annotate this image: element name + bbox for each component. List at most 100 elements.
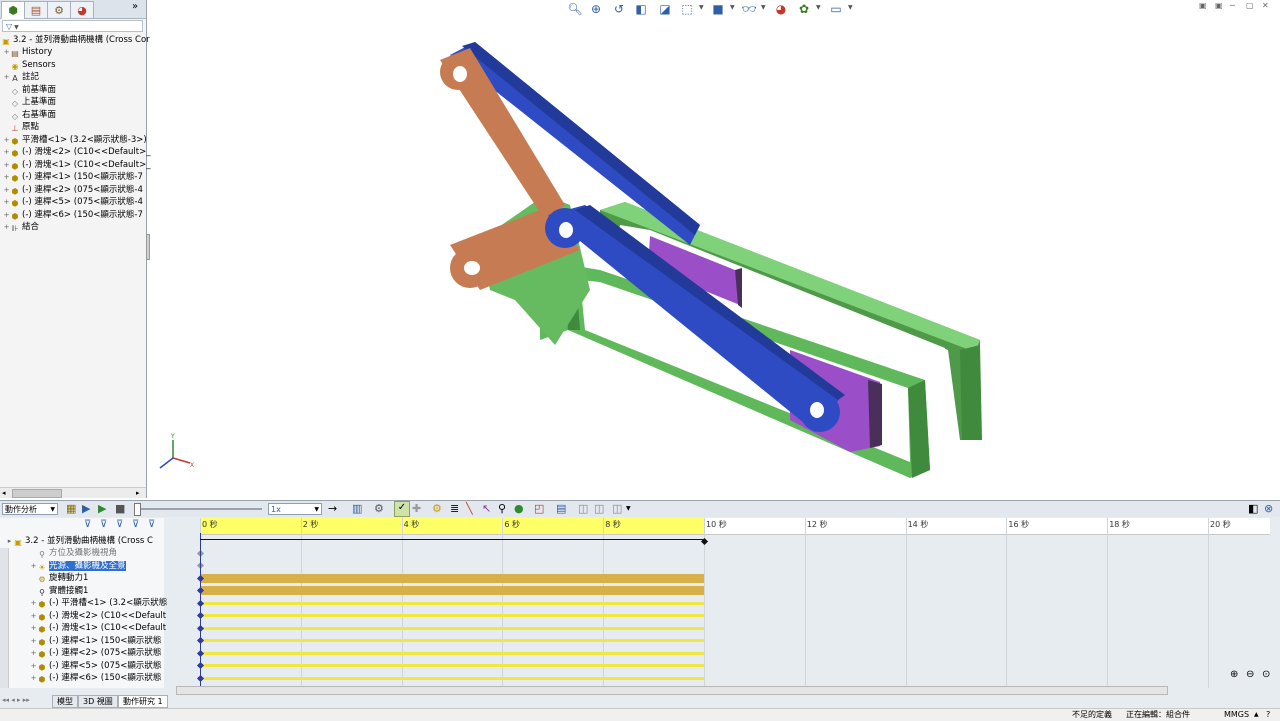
motion-tree-item[interactable]: ⚲ 實體接觸1 <box>30 585 88 597</box>
expand-toggle-icon[interactable]: + <box>30 560 37 572</box>
filter-driving-icon[interactable]: ⊽ <box>100 519 107 530</box>
close-icon[interactable]: ✕ <box>1262 1 1269 10</box>
feature-tree-item[interactable]: + ▤ History <box>3 46 53 58</box>
scroll-left-icon[interactable]: ◂ <box>2 489 6 497</box>
motion-tree-item[interactable]: + ⬢ (-) 連桿<5> (075<顯示狀態 <box>30 660 162 672</box>
playback-mode-icon[interactable]: → <box>328 502 337 515</box>
motor-tool-icon[interactable]: ⚙ <box>432 502 442 515</box>
timeline-playhead[interactable] <box>200 533 201 688</box>
units-status[interactable]: MMGS <box>1224 709 1249 721</box>
hide-show-items-icon[interactable]: 👓︎ <box>740 0 758 17</box>
edit-appearance-icon[interactable]: ◕ <box>772 0 790 17</box>
tree-horizontal-scrollbar[interactable]: ◂ ▸ <box>0 487 146 498</box>
calculate-icon[interactable]: ▦ <box>66 502 76 515</box>
feature-tree-item[interactable]: ◇ 上基準面 <box>3 96 56 108</box>
add-key-icon[interactable]: ✚ <box>412 502 421 515</box>
study-type-select[interactable]: 動作分析 ▼ <box>2 503 58 515</box>
feature-tree-item[interactable]: ⊥ 原點 <box>3 121 40 133</box>
expand-toggle-icon[interactable]: + <box>3 134 10 146</box>
expand-toggle-icon[interactable]: + <box>30 635 37 647</box>
motion-tree-item[interactable]: + ⬢ (-) 滑塊<1> (C10<<Default <box>30 622 167 634</box>
chevron-down-icon[interactable]: ▼ <box>626 505 631 512</box>
feature-tree-item[interactable]: + ⬢ 平滑槽<1> (3.2<顯示狀態-3>) <box>3 134 147 146</box>
expand-toggle-icon[interactable]: + <box>3 46 10 58</box>
playback-speed-select[interactable]: 1x ▼ <box>268 503 322 515</box>
playback-slider-thumb[interactable] <box>134 503 141 516</box>
tree-root-assembly[interactable]: ▣ 3.2 - 並列滑動曲柄機構 (Cross Cor <box>1 34 149 46</box>
timeline-bar[interactable] <box>200 664 704 667</box>
feature-tree-item[interactable]: + ⬢ (-) 滑塊<2> (C10<<Default>_ <box>3 146 151 158</box>
display-style-icon[interactable]: ■ <box>709 0 727 17</box>
filter-results-icon[interactable]: ⊽ <box>132 519 139 530</box>
zoom-fit-icon[interactable]: ⊙ <box>1262 669 1270 680</box>
motion-tree-item[interactable]: + ⬢ (-) 滑塊<2> (C10<<Default <box>30 610 167 622</box>
filter-motion-icon[interactable]: ⊽ <box>148 519 155 530</box>
timeline-bar[interactable] <box>200 651 704 655</box>
help-icon[interactable]: ? <box>1266 709 1270 721</box>
timeline-bar[interactable] <box>200 586 704 595</box>
filter-animated-icon[interactable]: ⊽ <box>84 519 91 530</box>
feature-tree-item[interactable]: ◇ 前基準面 <box>3 84 56 96</box>
chevron-up-icon[interactable]: ▲ <box>1254 709 1259 721</box>
timeline-horizontal-scrollbar[interactable] <box>170 685 1270 695</box>
expand-toggle-icon[interactable]: + <box>3 146 10 158</box>
chevron-down-icon[interactable]: ▼ <box>761 4 766 11</box>
timeline-bar[interactable] <box>200 601 704 605</box>
feature-tree-item[interactable]: + ⬢ (-) 連桿<2> (075<顯示狀態-4 <box>3 184 143 196</box>
expand-toggle-icon[interactable]: + <box>3 159 10 171</box>
expand-toggle-icon[interactable]: + <box>3 196 10 208</box>
timeline-bar[interactable] <box>200 626 704 630</box>
motion-tree-vscroll[interactable] <box>0 548 9 688</box>
chevron-down-icon[interactable]: ▼ <box>730 4 735 11</box>
minimize-icon[interactable]: ─ <box>1230 1 1235 10</box>
expand-toggle-icon[interactable]: + <box>30 647 37 659</box>
zoom-to-fit-icon[interactable]: 🔍︎ <box>566 0 584 17</box>
timeline-bar[interactable] <box>200 614 704 617</box>
feature-tree-item[interactable]: + ⊪ 結合 <box>3 221 39 233</box>
dynamic-annotation-icon[interactable]: ◪ <box>656 0 674 17</box>
gravity-icon[interactable]: ● <box>514 502 524 515</box>
copy-icon[interactable]: ◫ <box>612 502 622 515</box>
export-icon[interactable]: ◫ <box>594 502 604 515</box>
motion-tree-item[interactable]: ⚲ 方位及攝影機視角 <box>30 547 117 559</box>
chevron-down-icon[interactable]: ▼ <box>816 4 821 11</box>
force-icon[interactable]: ↖ <box>482 502 491 515</box>
animation-wizard-icon[interactable]: ⚙ <box>374 502 384 515</box>
collapse-study-icon[interactable]: ◫ <box>578 502 588 515</box>
expand-toggle-icon[interactable]: + <box>3 221 10 233</box>
tab-motion-study[interactable]: 動作研究 1 <box>118 695 168 708</box>
expand-toggle-icon[interactable]: + <box>30 610 37 622</box>
contact-tool-icon[interactable]: ⚲ <box>498 502 506 515</box>
stop-icon[interactable]: ■ <box>115 502 125 515</box>
tab-scroll-icons[interactable]: ◂◂ ◂ ▸ ▸▸ <box>2 696 30 704</box>
zoom-in-icon[interactable]: ⊕ <box>1230 669 1238 680</box>
playback-slider[interactable] <box>134 508 262 510</box>
damper-icon[interactable]: ╲ <box>466 502 473 515</box>
maximize-icon[interactable]: ▢ <box>1246 1 1254 10</box>
feature-tree-item[interactable]: + A 註記 <box>3 71 39 83</box>
section-view-icon[interactable]: ◧ <box>632 0 650 17</box>
motion-tree-item[interactable]: + ⬢ (-) 連桿<1> (150<顯示狀態 <box>30 635 162 647</box>
expand-toggle-icon[interactable]: + <box>3 171 10 183</box>
motion-tree-item[interactable]: + ⬢ (-) 平滑槽<1> (3.2<顯示狀態 <box>30 597 168 609</box>
zoom-to-area-icon[interactable]: ⊕ <box>587 0 605 17</box>
expand-toggle-icon[interactable]: + <box>3 184 10 196</box>
tab-3d-views[interactable]: 3D 視圖 <box>78 695 118 708</box>
filter-dropdown-icon[interactable]: ▼ <box>12 24 19 31</box>
view-orientation-icon[interactable]: ⬚ <box>678 0 696 17</box>
motion-tree-item[interactable]: + ⬢ (-) 連桿<6> (150<顯示狀態 <box>30 672 162 684</box>
appearance-tab[interactable]: ◕ <box>70 1 94 19</box>
view-settings-icon[interactable]: ▭ <box>827 0 845 17</box>
property-manager-tab[interactable]: ▤ <box>24 1 48 19</box>
save-animation-icon[interactable]: ▥ <box>352 502 362 515</box>
chevron-down-icon[interactable]: ▼ <box>699 4 704 11</box>
spring-icon[interactable]: ≣ <box>450 502 459 515</box>
apply-scene-icon[interactable]: ✿ <box>795 0 813 17</box>
timeline-bar[interactable] <box>200 676 704 680</box>
motion-tree-item[interactable]: ⚙ 旋轉動力1 <box>30 572 88 584</box>
filter-selected-icon[interactable]: ⊽ <box>116 519 123 530</box>
tree-filter-input[interactable]: ▽ ▼ <box>2 20 143 32</box>
expand-toggle-icon[interactable]: + <box>30 622 37 634</box>
results-plot-icon[interactable]: ◰ <box>534 502 544 515</box>
play-icon[interactable]: ▶ <box>98 502 106 515</box>
